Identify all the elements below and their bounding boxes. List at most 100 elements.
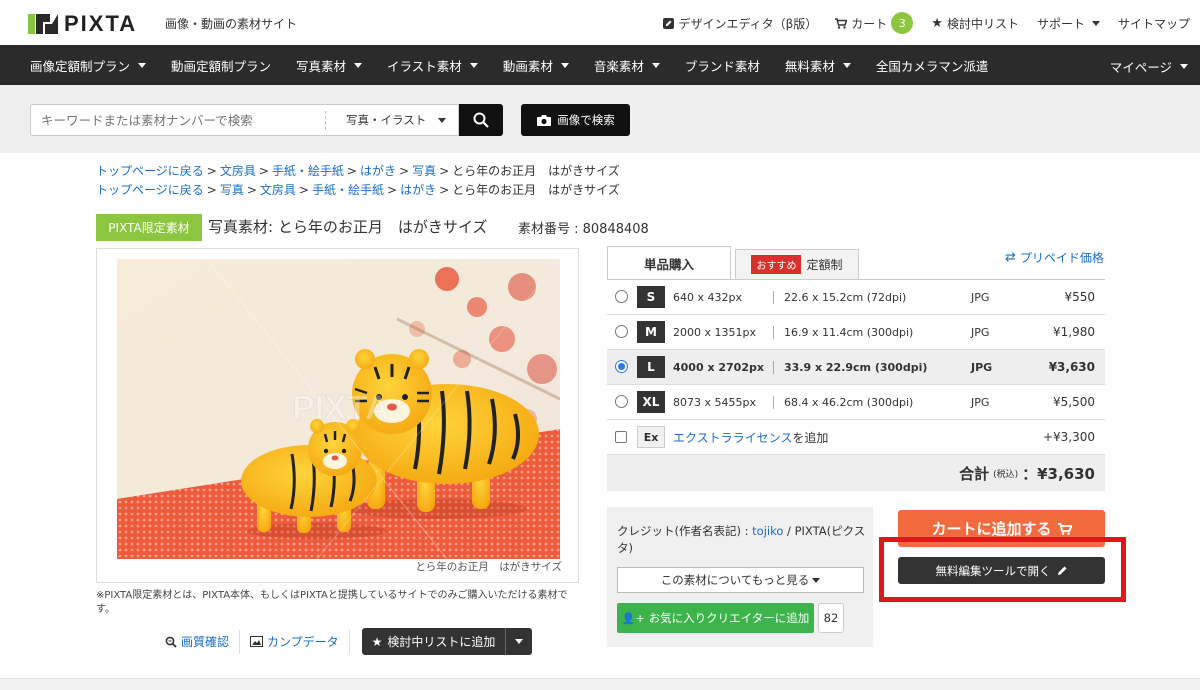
search-button[interactable]	[459, 104, 503, 136]
extra-license-checkbox[interactable]	[615, 431, 627, 443]
extra-license-link[interactable]: エクストラライセンス	[673, 431, 792, 445]
exclusive-note: ※PIXTA限定素材とは、PIXTA本体、もしくはPIXTAと提携しているサイト…	[96, 590, 568, 615]
cat-video[interactable]: 動画素材	[503, 56, 569, 75]
size-price: ¥3,630	[1048, 360, 1095, 374]
size-row-s[interactable]: S 640 x 432px 22.6 x 15.2cm (72dpi) JPG …	[607, 280, 1105, 315]
favorite-count: 82	[818, 603, 844, 633]
prepaid-price-link[interactable]: ⇄ プリペイド価格	[1005, 249, 1104, 266]
breadcrumb-link[interactable]: 写真	[220, 183, 244, 197]
cart-count-badge: 3	[891, 12, 914, 34]
chevron-down-icon	[812, 577, 821, 583]
exclusive-badge: PIXTA限定素材	[96, 214, 202, 241]
sitemap-link[interactable]: サイトマップ	[1118, 15, 1190, 32]
size-radio[interactable]	[615, 290, 628, 303]
size-print: 68.4 x 46.2cm (300dpi)	[773, 395, 913, 409]
cat-label: 無料素材	[784, 58, 835, 74]
cat-photo[interactable]: 写真素材	[296, 56, 363, 75]
size-print: 33.9 x 22.9cm (300dpi)	[773, 360, 927, 374]
breadcrumb-link[interactable]: 文房具	[220, 164, 256, 178]
search-type-select[interactable]: 写真・イラスト	[346, 112, 447, 128]
category-nav: 画像定額制プラン 動画定額制プラン 写真素材 イラスト素材 動画素材 音楽素材 …	[0, 45, 1200, 85]
image-search-label: 画像で検索	[557, 113, 615, 127]
cat-music[interactable]: 音楽素材	[594, 56, 660, 75]
wishlist-dropdown[interactable]	[506, 639, 532, 644]
fav-creator-label: お気に入りクリエイターに追加	[648, 611, 810, 625]
page-bottom-divider	[0, 678, 1200, 690]
cat-image-subscription[interactable]: 画像定額制プラン	[30, 56, 147, 75]
cart-icon	[835, 17, 848, 29]
size-format: JPG	[971, 360, 993, 374]
size-format: JPG	[971, 325, 990, 339]
star-icon: ★	[931, 15, 943, 31]
mypage-menu[interactable]: マイページ	[1110, 57, 1188, 76]
breadcrumb-link[interactable]: 文房具	[260, 183, 296, 197]
author-link[interactable]: tojiko	[752, 524, 783, 538]
image-search-button[interactable]: 画像で検索	[521, 104, 630, 136]
breadcrumb-link[interactable]: 手紙・絵手紙	[312, 183, 384, 197]
top-bar: PIXTA 画像・動画の素材サイト デザインエディタ（β版） カート 3 ★ 検…	[0, 0, 1200, 45]
quality-check-link[interactable]: 画質確認	[155, 629, 241, 654]
product-image[interactable]: PIXTA	[117, 259, 560, 559]
purchase-tabs: 単品購入 おすすめ 定額制	[607, 246, 859, 280]
tab-single-purchase[interactable]: 単品購入	[607, 246, 731, 280]
logo[interactable]: PIXTA	[28, 10, 137, 38]
cat-cameraman[interactable]: 全国カメラマン派遣	[876, 56, 989, 75]
chevron-down-icon	[354, 62, 363, 68]
breadcrumb-link[interactable]: 手紙・絵手紙	[272, 164, 344, 178]
add-favorite-creator-button[interactable]: 👤+ お気に入りクリエイターに追加	[617, 603, 814, 633]
breadcrumb-link[interactable]: 写真	[412, 164, 436, 178]
cat-label: イラスト素材	[387, 58, 462, 74]
extra-license-text: エクストラライセンスを追加	[673, 429, 828, 446]
mypage-label: マイページ	[1109, 60, 1172, 75]
size-pixels: 2000 x 1351px	[673, 325, 756, 339]
breadcrumb-link[interactable]: トップページに戻る	[96, 164, 204, 178]
chevron-down-icon	[1180, 64, 1188, 69]
size-radio[interactable]	[615, 325, 628, 338]
swap-icon: ⇄	[1005, 250, 1016, 265]
camera-icon	[537, 114, 552, 126]
chevron-down-icon	[651, 62, 660, 68]
size-row-m[interactable]: M 2000 x 1351px 16.9 x 11.4cm (300dpi) J…	[607, 315, 1105, 350]
watermark: PIXTA	[292, 389, 390, 428]
more-about-button[interactable]: この素材についてもっと見る	[617, 567, 864, 593]
size-price: ¥5,500	[1053, 395, 1095, 409]
size-price: ¥550	[1064, 290, 1095, 304]
add-wishlist-button[interactable]: ★ 検討中リストに追加	[361, 628, 533, 655]
cart-link[interactable]: カート 3	[835, 12, 914, 34]
size-radio[interactable]	[615, 360, 628, 373]
tab-subscription[interactable]: おすすめ 定額制	[735, 249, 859, 279]
search-input[interactable]	[31, 105, 326, 135]
size-badge: S	[637, 286, 665, 308]
cart-icon	[1057, 522, 1072, 535]
sitemap-label: サイトマップ	[1117, 16, 1190, 31]
add-user-icon: 👤+	[621, 611, 645, 625]
size-radio[interactable]	[615, 395, 628, 408]
cat-brand[interactable]: ブランド素材	[685, 56, 760, 75]
support-menu[interactable]: サポート	[1037, 15, 1100, 32]
extra-license-row: Ex エクストラライセンスを追加 +¥3,300	[607, 420, 1105, 455]
add-wishlist-main[interactable]: ★ 検討中リストに追加	[362, 628, 507, 655]
breadcrumb-link[interactable]: はがき	[400, 183, 436, 197]
comp-data-link[interactable]: カンプデータ	[240, 629, 350, 654]
image-icon	[250, 636, 264, 647]
image-tools: 画質確認 カンプデータ ★ 検討中リストに追加	[155, 628, 533, 655]
image-panel: PIXTA とら年のお正月 はがきサイズ	[96, 248, 579, 583]
cat-video-subscription[interactable]: 動画定額制プラン	[171, 56, 271, 75]
size-price: ¥1,980	[1053, 325, 1095, 339]
search-divider	[325, 111, 326, 130]
breadcrumb-link[interactable]: トップページに戻る	[96, 183, 204, 197]
size-row-xl[interactable]: XL 8073 x 5455px 68.4 x 46.2cm (300dpi) …	[607, 385, 1105, 420]
breadcrumb-link[interactable]: はがき	[360, 164, 396, 178]
cat-illustration[interactable]: イラスト素材	[387, 56, 478, 75]
credit-label: クレジット(作者名表記) :	[617, 524, 753, 538]
design-editor-link[interactable]: デザインエディタ（β版）	[663, 15, 817, 32]
size-row-l[interactable]: L 4000 x 2702px 33.9 x 22.9cm (300dpi) J…	[607, 350, 1105, 385]
wishlist-link[interactable]: ★ 検討中リスト	[931, 15, 1019, 32]
size-pixels: 8073 x 5455px	[673, 395, 756, 409]
edit-icon	[663, 17, 675, 29]
cat-label: 音楽素材	[593, 58, 644, 74]
size-pixels: 640 x 432px	[673, 290, 742, 304]
extra-price: +¥3,300	[1042, 430, 1095, 444]
cat-free[interactable]: 無料素材	[785, 56, 851, 75]
design-editor-label: デザインエディタ（β版）	[678, 16, 818, 31]
